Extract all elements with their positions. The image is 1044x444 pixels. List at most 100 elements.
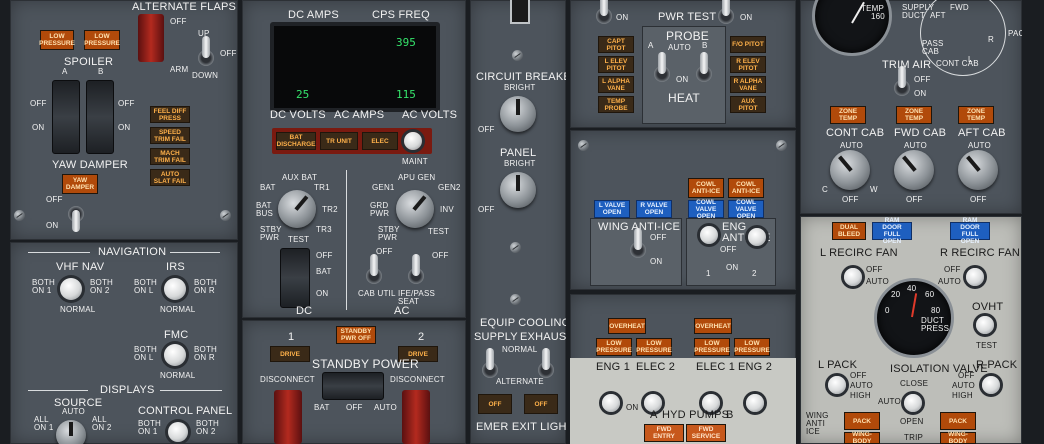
wing-body-left-light: WING-BODY — [844, 431, 880, 444]
gauge-40-label: 40 — [907, 284, 917, 293]
panel-off-label: OFF — [478, 205, 495, 214]
l-pack-auto-label: AUTO — [850, 381, 873, 390]
isolation-valve-switch[interactable] — [904, 394, 922, 412]
low-pressure-eng1-light: LOW PRESSURE — [596, 338, 632, 356]
yaw-damper-switch[interactable] — [68, 206, 84, 232]
generator-drive-disconnect-1-guard[interactable] — [274, 390, 302, 444]
dc-meter-selector-knob[interactable] — [278, 190, 316, 228]
l-pack-off-label: OFF — [850, 371, 867, 380]
eng1-hyd-pump-switch[interactable] — [602, 394, 620, 412]
r-recirc-fan-switch[interactable] — [966, 268, 984, 286]
vhf-both-on1-label: BOTH ON 1 — [32, 278, 56, 295]
overheat-a-light: OVERHEAT — [608, 318, 646, 334]
eng-2-anti-ice-switch[interactable] — [748, 228, 766, 246]
eng2-hyd-pump-switch[interactable] — [746, 394, 764, 412]
pwr-test-label: PWR TEST — [658, 11, 717, 23]
l-recirc-off-label: OFF — [866, 265, 883, 274]
supply-fan-switch[interactable] — [482, 348, 498, 378]
disconnect-2-label: DISCONNECT — [390, 375, 445, 384]
l-pack-switch[interactable] — [828, 376, 846, 394]
r-dial-label: R — [988, 35, 994, 44]
panel-brightness-title: PANEL — [500, 147, 537, 159]
bat-on-label: ON — [316, 289, 329, 298]
battery-switch-guard[interactable] — [280, 248, 310, 308]
circuit-breaker-brightness-knob[interactable] — [500, 96, 536, 132]
duct-press-label: DUCT PRESS — [921, 316, 950, 333]
divider — [170, 252, 220, 253]
ife-off-label: OFF — [432, 251, 449, 260]
probe-heat-a-switch[interactable] — [654, 52, 670, 82]
low-pressure-elec2-light: LOW PRESSURE — [636, 338, 672, 356]
iso-close-label: CLOSE — [900, 379, 929, 388]
eng1-pump-label: ENG 1 — [596, 361, 631, 373]
duct-pressure-gauge: 0 20 40 60 80 DUCT PRESS — [874, 278, 954, 358]
panel-brightness-knob[interactable] — [500, 172, 536, 208]
divider — [160, 390, 222, 391]
gauge-80-label: 80 — [931, 306, 941, 315]
exhaust-label: EXHAUST — [520, 331, 566, 343]
fwd-cab-temp-knob[interactable] — [894, 150, 934, 190]
cab-util-switch[interactable] — [366, 254, 382, 284]
ram-door-full-open-2-light: RAM DOOR FULL OPEN — [950, 217, 990, 245]
spoiler-a-switch[interactable] — [52, 80, 80, 154]
stby-bat-label: BAT — [314, 403, 330, 412]
eng-2-label: 2 — [752, 269, 757, 278]
alternate-flaps-position-switch[interactable] — [198, 36, 214, 66]
tr2-label: TR2 — [322, 205, 338, 214]
stby-off-label: OFF — [346, 403, 363, 412]
cont-cab-temp-knob[interactable] — [830, 150, 870, 190]
fwd-cab-title: FWD CAB — [894, 127, 947, 139]
r-pack-switch[interactable] — [982, 376, 1000, 394]
r-pack-off-label: OFF — [958, 371, 975, 380]
aft-cab-temp-knob[interactable] — [958, 150, 998, 190]
irs-both-onr-label: BOTH ON R — [194, 278, 218, 295]
temp-probe-light: TEMP PROBE — [598, 96, 634, 113]
cont-cab-auto-label: AUTO — [840, 141, 863, 150]
maint-button[interactable] — [404, 132, 422, 150]
alternate-flaps-master-guard[interactable] — [138, 14, 164, 62]
ovht-test-button[interactable] — [976, 316, 994, 334]
exhaust-fan-switch[interactable] — [538, 348, 554, 378]
cp-both-on1-label: BOTH ON 1 — [138, 419, 162, 436]
equip-cooling-title: EQUIP COOLING — [480, 317, 566, 329]
vhf-nav-selector[interactable] — [60, 278, 82, 300]
display-source-knob[interactable] — [56, 420, 86, 444]
r-valve-open-light: R VALVE OPEN — [636, 200, 672, 218]
electrical-panel: DC AMPS CPS FREQ 395 25 115 DC VOLTS AC … — [242, 0, 466, 318]
wing-anti-ice-switch[interactable] — [630, 228, 646, 258]
circuit-breaker-panel: CIRCUIT BREAKER BRIGHT OFF PANEL BRIGHT … — [470, 0, 566, 444]
ac-amps-label: AC AMPS — [334, 109, 385, 121]
probe-on-label: ON — [676, 75, 689, 84]
spoiler-off-right-label: OFF — [118, 99, 135, 108]
generator-drive-disconnect-2-guard[interactable] — [402, 390, 430, 444]
dome-light-knob[interactable] — [510, 0, 530, 24]
l-dial-label: L — [968, 55, 973, 64]
irs-selector[interactable] — [164, 278, 186, 300]
divider — [28, 390, 88, 391]
cont-w-label: W — [870, 185, 878, 194]
ife-pass-seat-switch[interactable] — [408, 254, 424, 284]
irs-both-onl-label: BOTH ON L — [134, 278, 158, 295]
screw — [14, 210, 25, 221]
spoiler-on-left-label: ON — [32, 123, 45, 132]
fmc-selector[interactable] — [164, 344, 186, 366]
elec1-pump-label: ELEC 1 — [696, 361, 736, 373]
eng-1-anti-ice-switch[interactable] — [700, 226, 718, 244]
l-recirc-fan-title: L RECIRC FAN — [820, 247, 898, 259]
window-heat-right-switch[interactable] — [718, 0, 734, 24]
cp-both-on2-label: BOTH ON 2 — [196, 419, 220, 436]
ac-meter-selector-knob[interactable] — [396, 190, 434, 228]
wing-off-label: OFF — [650, 233, 667, 242]
control-panel-selector[interactable] — [168, 422, 188, 442]
wing-body-right-light: WING-BODY — [940, 431, 976, 444]
standby-power-switch[interactable] — [322, 372, 384, 400]
hyd-b-label: B — [726, 409, 734, 421]
cooling-alternate-label: ALTERNATE — [496, 377, 544, 386]
spoiler-b-switch[interactable] — [86, 80, 114, 154]
l-recirc-fan-switch[interactable] — [844, 268, 862, 286]
ac-test-label: TEST — [428, 227, 450, 236]
trim-air-switch[interactable] — [894, 66, 910, 96]
probe-heat-b-switch[interactable] — [696, 52, 712, 82]
window-heat-left-switch[interactable] — [596, 0, 612, 24]
hydraulics-panel: OVERHEAT OVERHEAT LOW PRESSURE LOW PRESS… — [570, 294, 796, 444]
